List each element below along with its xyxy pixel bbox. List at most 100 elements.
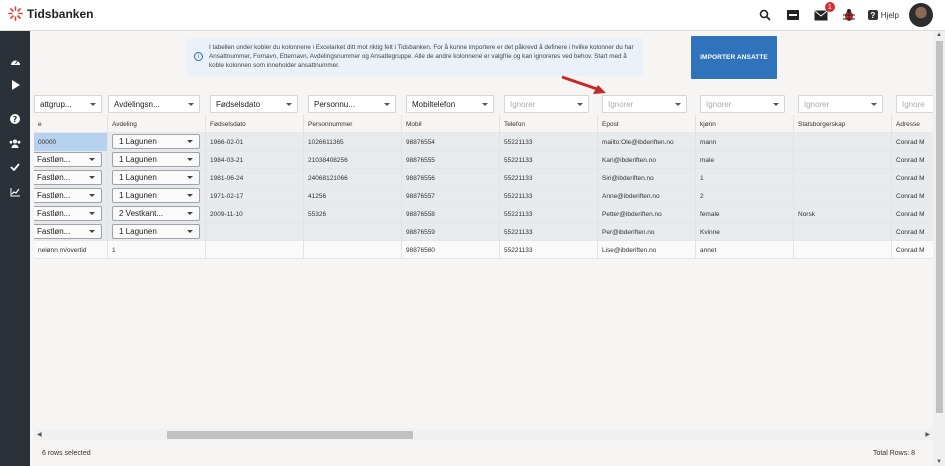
column-mapping-label: Personnu... <box>314 99 355 109</box>
bug-icon[interactable] <box>840 6 858 24</box>
caret-down-icon <box>187 176 193 179</box>
table-cell <box>304 241 402 259</box>
tidsbanken-logo-icon <box>8 6 23 21</box>
department-select[interactable]: 1 Lagunen <box>112 224 200 239</box>
table-row[interactable]: Fastløn... 1 Lagunen 1971-02-17 41256 988765… <box>34 187 933 205</box>
mail-icon[interactable]: 1 <box>812 2 835 24</box>
table-cell: 55326 <box>304 205 402 223</box>
dashboard-icon[interactable] <box>9 55 21 67</box>
table-cell: 55221133 <box>500 151 598 169</box>
table-cell: 41256 <box>304 187 402 205</box>
employee-group-select[interactable]: Fastløn... <box>34 188 102 203</box>
department-select[interactable]: 1 Lagunen <box>112 170 200 185</box>
caret-down-icon <box>89 158 95 161</box>
table-row[interactable]: nelønn m/overtid 1 98876560 55221133 Lise@ib… <box>34 241 933 259</box>
table-cell <box>206 241 304 259</box>
import-employees-button[interactable]: IMPORTER ANSATTE <box>691 36 777 79</box>
column-mapping-select[interactable]: Avdelingsn... <box>108 95 200 113</box>
table-row[interactable]: Fastløn... 2 Vestkant... 2009-11-10 55326 98… <box>34 205 933 223</box>
column-mapping-select[interactable]: attgrup... <box>34 95 102 113</box>
table-cell <box>206 223 304 241</box>
table-cell: male <box>696 151 794 169</box>
column-mapping-select[interactable]: Ignore <box>896 95 933 113</box>
play-icon[interactable] <box>9 79 21 91</box>
column-mapping-select[interactable]: Ignorer <box>700 95 785 113</box>
column-mapping-select[interactable]: Ignorer <box>504 95 589 113</box>
select-value: 1 Lagunen <box>119 155 157 164</box>
caret-down-icon <box>187 212 193 215</box>
department-select[interactable]: 1 Lagunen <box>112 134 200 149</box>
table-cell <box>794 223 892 241</box>
help-link[interactable]: ? Hjelp <box>867 10 899 20</box>
vertical-scrollbar[interactable]: ▲ ▼ <box>933 31 945 466</box>
select-value: Fastløn... <box>37 155 71 164</box>
caret-down-icon <box>89 212 95 215</box>
caret-down-icon <box>482 103 488 106</box>
table-cell[interactable]: 00000 <box>34 133 108 151</box>
scroll-up-icon[interactable]: ▲ <box>936 32 942 38</box>
column-mapping-label: Ignore <box>902 99 925 109</box>
table-cell: mailto:Ole@ibderiften.no <box>598 133 696 151</box>
table-cell: 98876558 <box>402 205 500 223</box>
main-content: i I tabellen under kobler du kolonnene i… <box>30 31 933 466</box>
horizontal-scroll-thumb[interactable] <box>167 431 413 439</box>
department-select[interactable]: 2 Vestkant... <box>112 206 200 221</box>
column-mapping-label: Mobiltelefon <box>412 99 456 109</box>
checkmark-icon[interactable] <box>9 161 21 173</box>
table-row[interactable]: Fastløn... 1 Lagunen 1984-03-21 21038408256… <box>34 151 933 169</box>
scroll-left-icon[interactable]: ◀ <box>37 431 42 438</box>
employee-group-select[interactable]: Fastløn... <box>34 206 102 221</box>
info-box: i I tabellen under kobler du kolonnene i… <box>186 38 643 76</box>
table-cell: Fastløn... <box>34 223 108 241</box>
table-cell: 1 Lagunen <box>108 169 206 187</box>
table-cell <box>794 133 892 151</box>
help-label: Hjelp <box>880 10 899 20</box>
table-cell: 1971-02-17 <box>206 187 304 205</box>
column-mapping-select[interactable]: Personnu... <box>308 95 396 113</box>
caret-down-icon <box>773 103 779 106</box>
help-circle-icon[interactable]: ? <box>9 113 21 125</box>
table-cell: Conrad M <box>892 151 933 169</box>
logo[interactable]: Tidsbanken <box>8 6 93 21</box>
inbox-icon[interactable] <box>784 6 802 24</box>
department-select[interactable]: 1 Lagunen <box>112 152 200 167</box>
users-icon[interactable] <box>9 137 21 149</box>
table-row[interactable]: Fastløn... 1 Lagunen 1981-06-24 24068121066… <box>34 169 933 187</box>
scroll-down-icon[interactable]: ▼ <box>936 459 942 465</box>
table-row[interactable]: Fastløn... 1 Lagunen 98876559 55221133 Per@i… <box>34 223 933 241</box>
table-cell: 1 Lagunen <box>108 223 206 241</box>
search-icon[interactable] <box>756 6 774 24</box>
table-cell: 1 Lagunen <box>108 133 206 151</box>
column-mapping-select[interactable]: Mobiltelefon <box>406 95 494 113</box>
column-mapping-select[interactable]: Fødselsdato <box>210 95 298 113</box>
vertical-scroll-thumb[interactable] <box>936 41 943 413</box>
table-cell: Conrad M <box>892 169 933 187</box>
department-select[interactable]: 1 Lagunen <box>112 188 200 203</box>
scroll-right-icon[interactable]: ▶ <box>925 431 930 438</box>
table-cell: 98876557 <box>402 187 500 205</box>
table-cell: Siri@ibderiften.no <box>598 169 696 187</box>
employee-group-select[interactable]: Fastløn... <box>34 152 102 167</box>
mail-badge: 1 <box>824 2 835 12</box>
horizontal-scrollbar[interactable]: ◀ ▶ <box>34 429 933 440</box>
table-cell: Conrad M <box>892 133 933 151</box>
select-value: Fastløn... <box>37 227 71 236</box>
table-row[interactable]: 00000 1 Lagunen 1966-02-01 1026611365 988765… <box>34 133 933 151</box>
table-cell <box>794 187 892 205</box>
select-value: Fastløn... <box>37 209 71 218</box>
table-cell: Petter@ibderiften.no <box>598 205 696 223</box>
svg-text:?: ? <box>13 115 18 124</box>
caret-down-icon <box>187 158 193 161</box>
select-value: 1 Lagunen <box>119 173 157 182</box>
column-mapping-select[interactable]: Ignorer <box>602 95 687 113</box>
caret-down-icon <box>187 140 193 143</box>
table-cell: Anne@ibderiften.no <box>598 187 696 205</box>
table-cell: mann <box>696 133 794 151</box>
employee-group-select[interactable]: Fastløn... <box>34 170 102 185</box>
employee-group-select[interactable]: Fastløn... <box>34 224 102 239</box>
column-mapping-select[interactable]: Ignorer <box>798 95 883 113</box>
table-cell: 98876560 <box>402 241 500 259</box>
chart-icon[interactable] <box>9 186 21 198</box>
table-cell: 55221133 <box>500 187 598 205</box>
avatar[interactable] <box>909 3 933 27</box>
